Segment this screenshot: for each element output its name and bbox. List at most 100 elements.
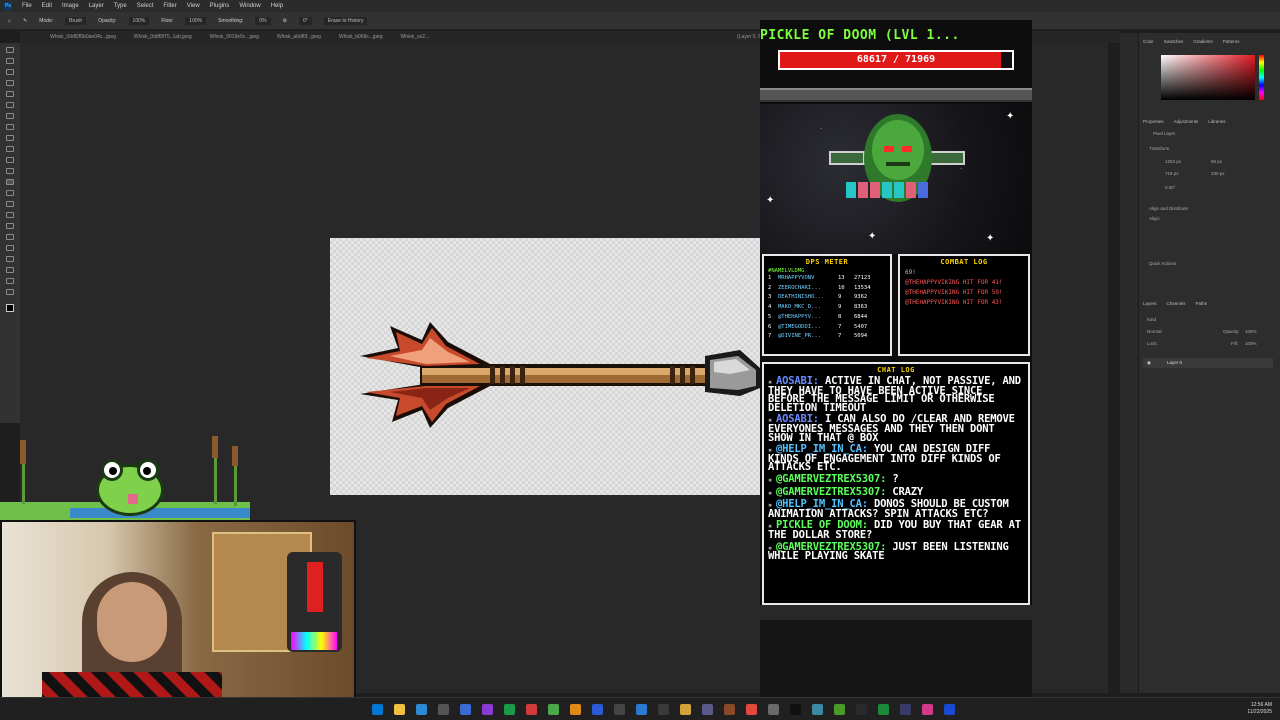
chrome-icon[interactable] [592, 703, 603, 715]
doc-tab[interactable]: Whisk_9019e0c...jpeg [210, 34, 259, 40]
angle-field[interactable]: 0° [299, 16, 312, 25]
gradient-tool-icon[interactable] [6, 190, 14, 196]
object-select-tool-icon[interactable] [6, 91, 14, 97]
eraser-tool-icon[interactable]: ✎ [23, 18, 27, 24]
tab-swatches[interactable]: Swatches [1164, 39, 1184, 44]
tab-adjustments[interactable]: Adjustments [1174, 119, 1199, 124]
file-explorer-icon[interactable] [394, 703, 405, 715]
foreground-color-swatch[interactable] [6, 304, 14, 312]
pen-tool-icon[interactable] [6, 223, 14, 229]
erase-to-history-checkbox[interactable]: Erase to History [323, 16, 368, 25]
app-icon[interactable] [504, 703, 515, 715]
blur-tool-icon[interactable] [6, 201, 14, 207]
app-icon[interactable] [790, 703, 801, 715]
app-icon[interactable] [746, 703, 757, 715]
app-icon[interactable] [636, 703, 647, 715]
mode-select[interactable]: Brush [65, 16, 87, 25]
color-picker-field[interactable] [1161, 55, 1255, 100]
brush-tool-icon[interactable] [6, 146, 14, 152]
marquee-tool-icon[interactable] [6, 69, 14, 75]
blend-mode-select[interactable]: Normal [1147, 329, 1162, 334]
hand-tool-icon[interactable] [6, 267, 14, 273]
opacity-field[interactable]: 100% [128, 16, 150, 25]
dodge-tool-icon[interactable] [6, 212, 14, 218]
frame-tool-icon[interactable] [6, 113, 14, 119]
smoothing-field[interactable]: 0% [255, 16, 271, 25]
doc-tab[interactable]: Whisk_ce2... [400, 34, 429, 40]
y-field[interactable]: 230 px [1211, 171, 1225, 176]
fill-field[interactable]: 100% [1245, 341, 1257, 346]
photoshop-taskbar-icon[interactable] [944, 703, 955, 715]
artboard-tool-icon[interactable] [6, 58, 14, 64]
tab-paths[interactable]: Paths [1196, 301, 1208, 306]
home-icon[interactable]: ⌂ [8, 18, 11, 24]
app-icon[interactable] [768, 703, 779, 715]
app-icon[interactable] [702, 703, 713, 715]
crop-tool-icon[interactable] [6, 102, 14, 108]
lasso-tool-icon[interactable] [6, 80, 14, 86]
edge-browser-icon[interactable] [416, 703, 427, 715]
app-icon[interactable] [922, 703, 933, 715]
flow-field[interactable]: 100% [185, 16, 207, 25]
tab-libraries[interactable]: Libraries [1208, 119, 1225, 124]
move-tool-icon[interactable] [6, 47, 14, 53]
document-canvas[interactable] [330, 238, 760, 495]
photoshop-logo-icon[interactable]: Ps [4, 2, 12, 10]
doc-tab[interactable]: Whisk_0ddf2f5b0ae04c...jpeg [50, 34, 116, 40]
gear-icon[interactable]: ⚙ [283, 18, 287, 24]
menu-layer[interactable]: Layer [89, 3, 104, 9]
x-field[interactable]: 96 px [1211, 159, 1222, 164]
tab-patterns[interactable]: Patterns [1223, 39, 1240, 44]
menu-window[interactable]: Window [239, 3, 260, 9]
menu-select[interactable]: Select [137, 3, 154, 9]
app-icon[interactable] [834, 703, 845, 715]
layer-kind-filter[interactable]: Kind [1147, 317, 1156, 322]
menu-filter[interactable]: Filter [163, 3, 176, 9]
stamp-tool-icon[interactable] [6, 157, 14, 163]
app-icon[interactable] [570, 703, 581, 715]
layer-row[interactable]: ◉ Layer 0 [1143, 358, 1273, 368]
eyedropper-tool-icon[interactable] [6, 124, 14, 130]
menu-file[interactable]: File [22, 3, 32, 9]
app-icon[interactable] [438, 703, 449, 715]
app-icon[interactable] [614, 703, 625, 715]
system-clock[interactable]: 12:56 AM 11/22/2025 [1247, 702, 1272, 716]
healing-tool-icon[interactable] [6, 135, 14, 141]
doc-tab[interactable]: Whisk_0ddf9f75..1ab.jpeg [134, 34, 192, 40]
tab-properties[interactable]: Properties [1143, 119, 1164, 124]
menu-type[interactable]: Type [114, 3, 127, 9]
menu-image[interactable]: Image [62, 3, 79, 9]
app-icon[interactable] [878, 703, 889, 715]
doc-tab[interactable]: Whisk_a6df0f...jpeg [277, 34, 321, 40]
type-tool-icon[interactable] [6, 234, 14, 240]
path-select-tool-icon[interactable] [6, 245, 14, 251]
history-brush-tool-icon[interactable] [6, 168, 14, 174]
quick-actions-label[interactable]: Quick Actions [1149, 261, 1176, 266]
start-icon[interactable] [372, 703, 383, 715]
app-icon[interactable] [900, 703, 911, 715]
tab-gradients[interactable]: Gradients [1193, 39, 1213, 44]
angle-field[interactable]: 0.00° [1165, 185, 1176, 190]
hue-slider[interactable] [1259, 55, 1264, 100]
app-icon[interactable] [526, 703, 537, 715]
more-tools-icon[interactable] [6, 289, 14, 295]
app-icon[interactable] [812, 703, 823, 715]
menu-help[interactable]: Help [271, 3, 283, 9]
height-field[interactable]: 719 px [1165, 171, 1179, 176]
menu-edit[interactable]: Edit [42, 3, 52, 9]
layer-opacity-field[interactable]: 100% [1245, 329, 1257, 334]
width-field[interactable]: 1253 px [1165, 159, 1181, 164]
tab-layers[interactable]: Layers [1143, 301, 1157, 306]
shape-tool-icon[interactable] [6, 256, 14, 262]
tab-color[interactable]: Color [1143, 39, 1154, 44]
eraser-tool-icon[interactable] [6, 179, 14, 185]
doc-tab[interactable]: Whisk_b068c...jpeg [339, 34, 383, 40]
eye-icon[interactable]: ◉ [1147, 358, 1151, 368]
app-icon[interactable] [460, 703, 471, 715]
tab-channels[interactable]: Channels [1167, 301, 1186, 306]
app-icon[interactable] [680, 703, 691, 715]
app-icon[interactable] [658, 703, 669, 715]
app-icon[interactable] [482, 703, 493, 715]
menu-plugins[interactable]: Plugins [210, 3, 230, 9]
app-icon[interactable] [548, 703, 559, 715]
